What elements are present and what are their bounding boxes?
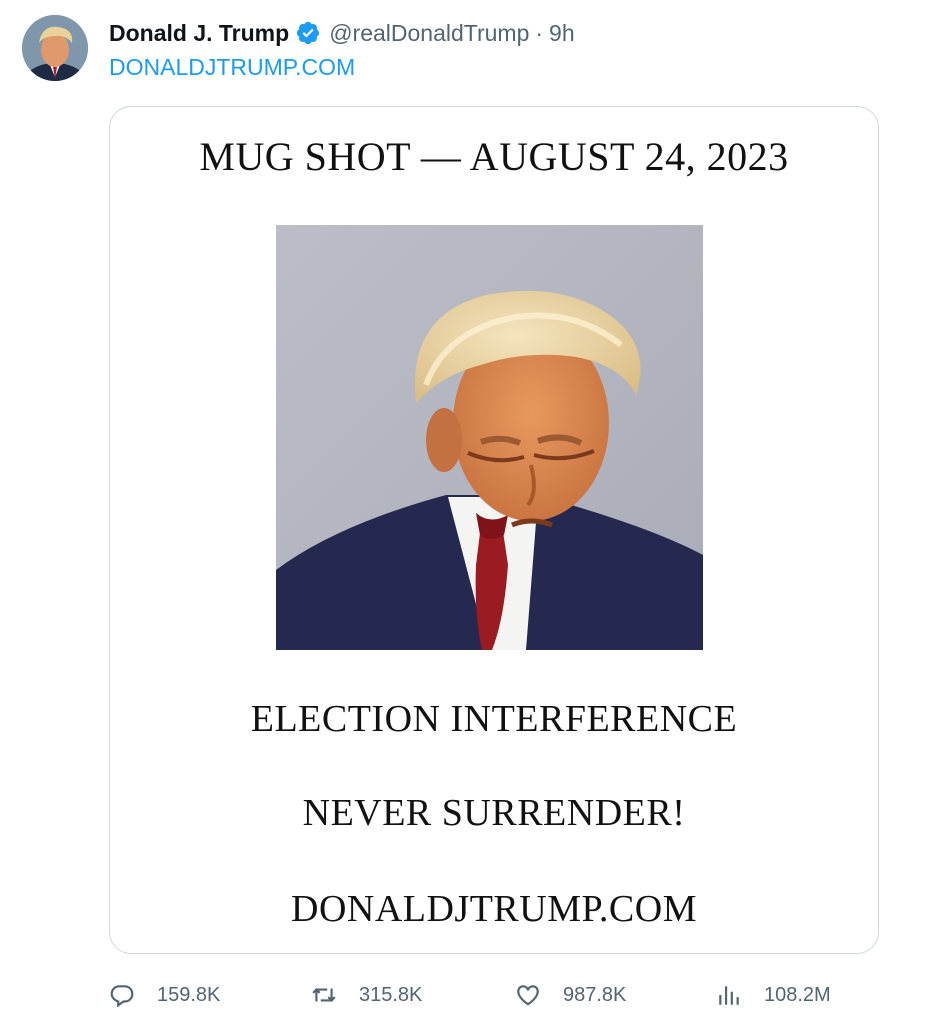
tweet-header: Donald J. Trump @realDonaldTrump · 9h [109,17,575,49]
views-button[interactable]: 108.2M [716,975,831,1015]
retweet-icon [312,988,336,1002]
views-count: 108.2M [764,983,831,1006]
poster-title: MUG SHOT — AUGUST 24, 2023 [199,134,789,179]
retweet-button[interactable]: 315.8K [311,975,422,1015]
views-icon [719,986,739,1005]
handle[interactable]: @realDonaldTrump [329,20,529,47]
avatar[interactable] [22,15,88,81]
verified-badge-icon [295,20,321,46]
retweet-count: 315.8K [359,983,423,1006]
mugshot-image [276,225,703,650]
tweet-actions: 159.8K 315.8K 987.8K 108.2M [0,975,925,1015]
separator-dot: · [535,19,544,46]
reply-count: 159.8K [157,983,221,1006]
tweet-link[interactable]: DONALDJTRUMP.COM [109,54,355,81]
tweet-media[interactable]: MUG SHOT — AUGUST 24, 2023 ELECTION INTE… [109,106,879,954]
heart-icon [517,985,539,1006]
poster-line-1: ELECTION INTERFERENCE [250,698,738,740]
reply-button[interactable]: 159.8K [109,975,220,1015]
reply-icon [110,985,134,1008]
display-name[interactable]: Donald J. Trump [109,20,289,47]
like-button[interactable]: 987.8K [515,975,626,1015]
timestamp[interactable]: 9h [549,20,575,47]
poster-line-3: DONALDJTRUMP.COM [291,888,697,930]
like-count: 987.8K [563,983,627,1006]
poster-line-2: NEVER SURRENDER! [302,792,686,834]
